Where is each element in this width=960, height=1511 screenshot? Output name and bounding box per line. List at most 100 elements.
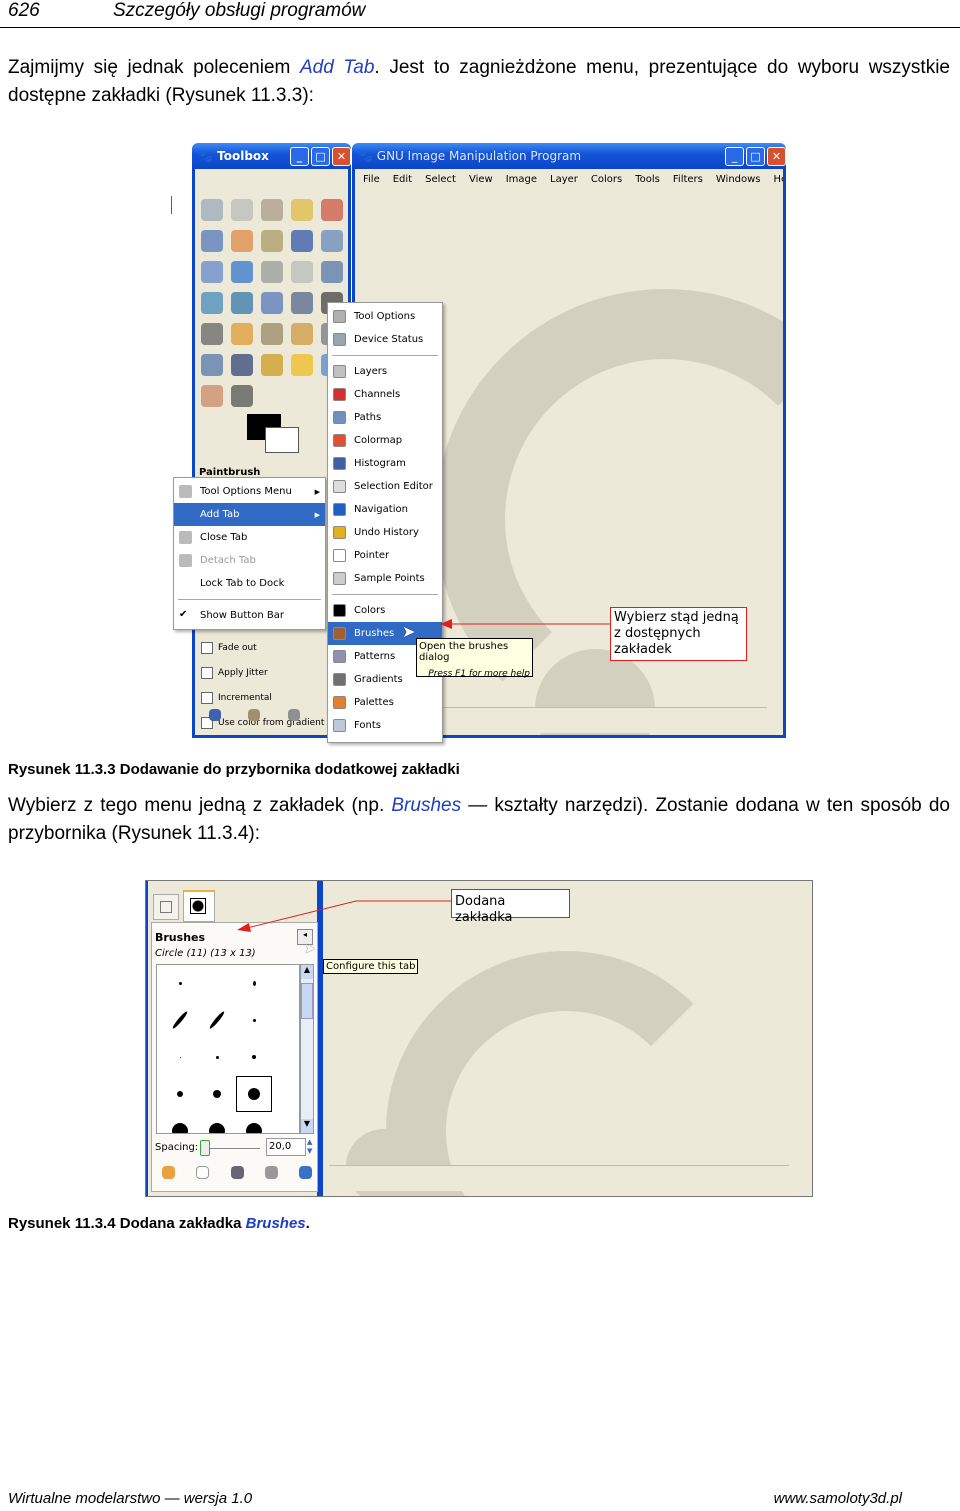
submenu-item-buffers[interactable]: Buffers	[328, 737, 442, 742]
close-button[interactable]: ✕	[332, 146, 351, 166]
submenu-item-selection-editor[interactable]: Selection Editor	[328, 475, 442, 498]
spacing-slider-handle[interactable]	[200, 1140, 210, 1156]
tool-icon[interactable]	[321, 230, 343, 252]
menu-help[interactable]: Help	[774, 174, 783, 185]
scroll-down-icon[interactable]: ▼	[301, 1119, 313, 1133]
brush-cell[interactable]	[236, 965, 272, 1001]
submenu-item-device-status[interactable]: Device Status	[328, 328, 442, 351]
tool-icon[interactable]	[231, 199, 253, 221]
tool-icon[interactable]	[201, 323, 223, 345]
brush-cell[interactable]	[199, 965, 235, 1001]
submenu-item-layers[interactable]: Layers	[328, 360, 442, 383]
submenu-item-pointer[interactable]: Pointer	[328, 544, 442, 567]
submenu-item-undo-history[interactable]: Undo History	[328, 521, 442, 544]
menu-select[interactable]: Select	[425, 174, 456, 185]
delete-brush-icon[interactable]	[264, 1166, 278, 1179]
scroll-thumb[interactable]	[301, 983, 313, 1019]
new-brush-icon[interactable]	[196, 1166, 210, 1179]
brush-cell[interactable]	[236, 1002, 272, 1038]
submenu-item-palettes[interactable]: Palettes	[328, 691, 442, 714]
maximize-button[interactable]: □	[311, 146, 330, 166]
checkbox[interactable]	[201, 691, 213, 704]
scroll-up-icon[interactable]: ▲	[301, 965, 313, 979]
tool-icon[interactable]	[291, 323, 313, 345]
tool-icon[interactable]	[291, 230, 313, 252]
brush-cell[interactable]	[236, 1039, 272, 1075]
tool-icon[interactable]	[261, 323, 283, 345]
brush-cell[interactable]	[162, 1076, 198, 1112]
context-item-add-tab[interactable]: Add Tab ▶	[174, 503, 325, 526]
tool-icon[interactable]	[261, 261, 283, 283]
refresh-brushes-icon[interactable]	[299, 1166, 312, 1179]
brush-cell[interactable]	[236, 1076, 272, 1112]
menu-filters[interactable]: Filters	[673, 174, 703, 185]
tool-icon[interactable]	[291, 261, 313, 283]
checkbox[interactable]	[201, 641, 213, 654]
tool-icon[interactable]	[231, 385, 253, 407]
submenu-item-tool-options[interactable]: Tool Options	[328, 305, 442, 328]
save-icon[interactable]	[209, 709, 221, 721]
scrollbar[interactable]: ▲ ▼	[300, 964, 314, 1134]
submenu-item-channels[interactable]: Channels	[328, 383, 442, 406]
brush-cell[interactable]	[199, 1002, 235, 1038]
menu-edit[interactable]: Edit	[393, 174, 412, 185]
context-item-show-button-bar[interactable]: ✔ Show Button Bar	[174, 604, 325, 627]
tab-tool-options[interactable]	[153, 894, 179, 920]
tool-icon[interactable]	[321, 261, 343, 283]
menu-file[interactable]: File	[363, 174, 380, 185]
menu-view[interactable]: View	[469, 174, 493, 185]
tool-icon[interactable]	[231, 261, 253, 283]
duplicate-brush-icon[interactable]	[230, 1166, 244, 1179]
brush-cell[interactable]	[162, 1113, 198, 1133]
spacing-spinner[interactable]: ▲ ▼	[307, 1138, 312, 1156]
tool-icon[interactable]	[231, 230, 253, 252]
background-color[interactable]	[265, 427, 299, 453]
submenu-item-sample-points[interactable]: Sample Points	[328, 567, 442, 590]
submenu-item-fonts[interactable]: Fonts	[328, 714, 442, 737]
tool-icon[interactable]	[261, 199, 283, 221]
tool-icon[interactable]	[201, 385, 223, 407]
brush-cell[interactable]	[162, 1039, 198, 1075]
tool-icon[interactable]	[201, 354, 223, 376]
tool-icon[interactable]	[261, 230, 283, 252]
tool-icon[interactable]	[231, 292, 253, 314]
context-item-tool-options-menu[interactable]: Tool Options Menu ▶	[174, 480, 325, 503]
brush-cell[interactable]	[199, 1076, 235, 1112]
tab-brushes[interactable]	[183, 890, 215, 922]
minimize-button[interactable]: _	[290, 146, 309, 166]
submenu-item-histogram[interactable]: Histogram	[328, 452, 442, 475]
tool-icon[interactable]	[261, 292, 283, 314]
edit-brush-icon[interactable]	[162, 1166, 175, 1179]
brush-cell[interactable]	[162, 1002, 198, 1038]
tool-icon[interactable]	[291, 199, 313, 221]
brush-grid[interactable]	[156, 964, 300, 1134]
menu-windows[interactable]: Windows	[716, 174, 761, 185]
submenu-item-navigation[interactable]: Navigation	[328, 498, 442, 521]
tool-icon[interactable]	[201, 261, 223, 283]
menu-colors[interactable]: Colors	[591, 174, 622, 185]
tool-icon[interactable]	[291, 292, 313, 314]
menu-tools[interactable]: Tools	[635, 174, 660, 185]
close-button[interactable]: ✕	[767, 146, 786, 166]
delete-icon[interactable]	[287, 709, 300, 721]
brush-cell[interactable]	[162, 965, 198, 1001]
tool-icon[interactable]	[261, 354, 283, 376]
restore-icon[interactable]	[248, 709, 261, 721]
submenu-item-paths[interactable]: Paths	[328, 406, 442, 429]
brush-cell[interactable]	[199, 1113, 235, 1133]
tool-icon[interactable]	[201, 230, 223, 252]
menu-layer[interactable]: Layer	[550, 174, 578, 185]
minimize-button[interactable]: _	[725, 146, 744, 166]
brush-cell[interactable]	[236, 1113, 272, 1133]
submenu-item-colors[interactable]: Colors	[328, 599, 442, 622]
tool-icon[interactable]	[231, 354, 253, 376]
tool-icon[interactable]	[231, 323, 253, 345]
tool-icon[interactable]	[201, 292, 223, 314]
checkbox[interactable]	[201, 666, 213, 679]
tool-icon[interactable]	[321, 199, 343, 221]
menu-image[interactable]: Image	[506, 174, 537, 185]
tool-icon[interactable]	[291, 354, 313, 376]
maximize-button[interactable]: □	[746, 146, 765, 166]
submenu-item-colormap[interactable]: Colormap	[328, 429, 442, 452]
context-item-lock-tab-to-dock[interactable]: Lock Tab to Dock	[174, 572, 325, 595]
